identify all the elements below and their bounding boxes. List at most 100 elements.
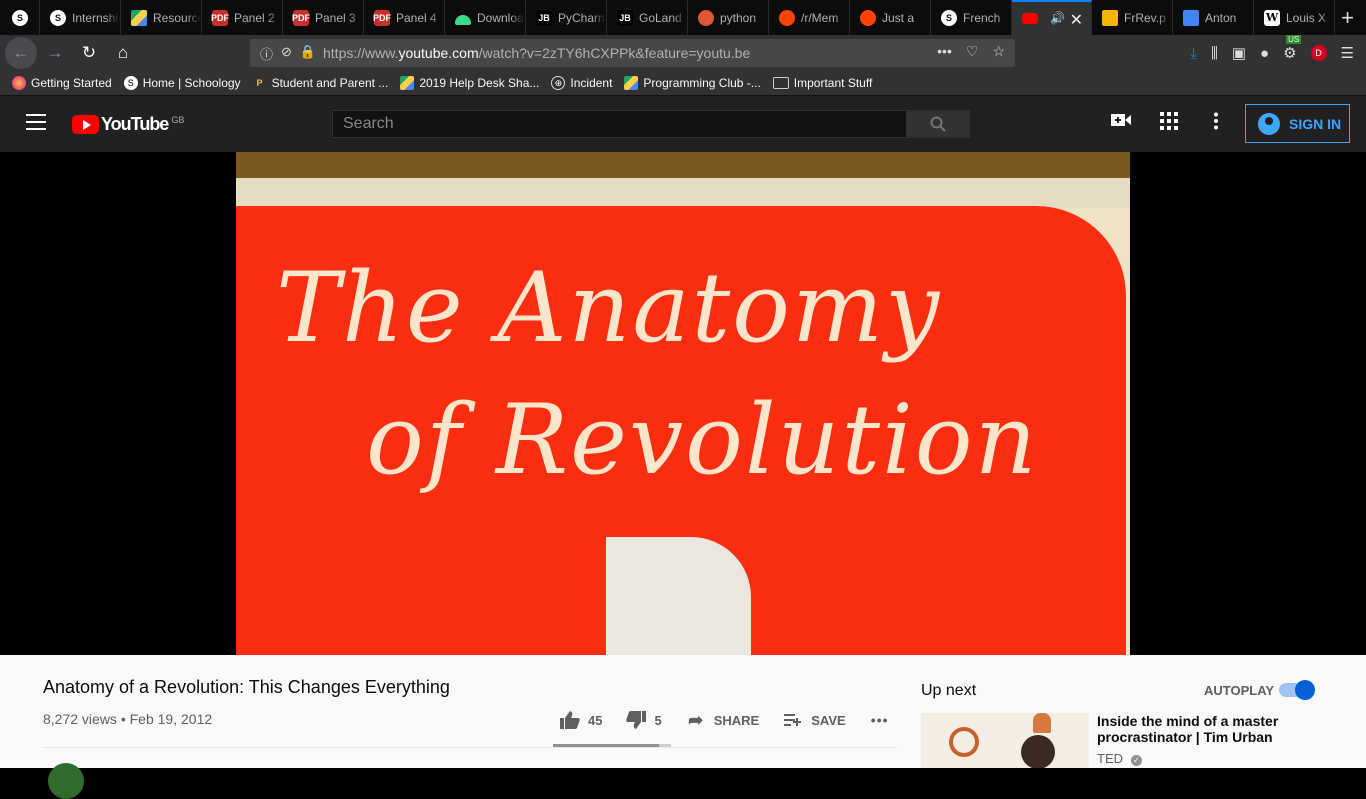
bookmark-help-desk[interactable]: 2019 Help Desk Sha... — [400, 76, 539, 90]
recommendation-thumbnail[interactable] — [921, 713, 1089, 768]
apps-grid-icon[interactable] — [1160, 112, 1178, 135]
tab-label: Panel 2 — [234, 10, 275, 25]
browser-tab-bar: S S Internship Resources PDF Panel 2 PDF… — [0, 0, 1366, 35]
profile-extension-icon[interactable]: D — [1310, 45, 1327, 61]
frame-white-shape — [606, 537, 751, 655]
autoplay-blocked-icon[interactable]: ⊘ — [281, 44, 292, 63]
more-actions-button[interactable]: ••• — [870, 711, 898, 729]
android-icon — [455, 14, 471, 25]
firefox-icon — [12, 76, 26, 90]
sign-in-button[interactable]: SIGN IN — [1245, 104, 1350, 143]
new-tab-button[interactable]: + — [1335, 0, 1366, 35]
up-next-heading: Up next — [921, 682, 977, 699]
url-bar[interactable]: ⓘ ⊘ 🔒 https://www.youtube.com/watch?v=2z… — [250, 39, 1015, 67]
extension-us-icon[interactable]: ⚙ US — [1283, 35, 1302, 62]
share-label: SHARE — [713, 712, 760, 728]
tab-downloads[interactable]: Downloads — [445, 0, 526, 35]
frame-top-band — [236, 152, 1130, 178]
pocket-icon[interactable]: ♡ — [966, 43, 979, 60]
pdf-icon: PDF — [373, 9, 391, 26]
settings-more-icon[interactable] — [1213, 112, 1219, 135]
thumbs-up-icon — [560, 711, 580, 729]
tab-resources[interactable]: Resources — [121, 0, 202, 35]
tab-label: /r/Mem — [801, 10, 839, 25]
home-button[interactable]: ⌂ — [107, 37, 139, 69]
recommendation-title[interactable]: Inside the mind of a master procrastinat… — [1097, 713, 1297, 745]
tab-panel-2[interactable]: PDF Panel 2 — [202, 0, 283, 35]
tab-panel-4[interactable]: PDF Panel 4 — [364, 0, 445, 35]
tab-anton[interactable]: Anton — [1173, 0, 1254, 35]
back-button[interactable]: ← — [5, 37, 37, 69]
jetbrains-icon: JB — [536, 9, 552, 26]
thumbs-down-icon — [626, 711, 647, 729]
sidebar-icon[interactable]: ▣ — [1232, 44, 1246, 62]
p-icon: P — [256, 78, 263, 88]
info-icon[interactable]: ⓘ — [260, 44, 273, 63]
tab-schoology[interactable]: S — [0, 0, 40, 35]
save-label: SAVE — [811, 712, 846, 728]
channel-avatar[interactable] — [48, 763, 84, 799]
video-frame[interactable]: The Anatomy of Revolution ✕ ▢ ➜ — [236, 152, 1130, 655]
tab-python[interactable]: python — [688, 0, 769, 35]
bookmark-programming-club[interactable]: Programming Club -... — [624, 76, 761, 90]
tab-internship[interactable]: S Internship — [40, 0, 121, 35]
tab-label: python — [720, 10, 757, 25]
tab-label: Downloads — [477, 10, 525, 25]
bookmark-label: 2019 Help Desk Sha... — [419, 76, 540, 90]
tab-french[interactable]: S French — [931, 0, 1012, 35]
speaker-icon[interactable]: 🔊 — [1050, 11, 1065, 25]
frame-handwritten-title: The Anatomy of Revolution — [276, 242, 1038, 506]
forward-button[interactable]: → — [39, 37, 71, 69]
bookmark-incident[interactable]: ⊕ Incident — [551, 76, 612, 90]
youtube-logo[interactable]: YouTube GB — [72, 114, 184, 135]
lock-icon[interactable]: 🔒 — [300, 44, 316, 63]
globe-icon: ⊕ — [551, 76, 566, 90]
upload-date: Feb 19, 2012 — [129, 711, 213, 727]
share-button[interactable]: ➦ SHARE — [686, 710, 760, 730]
reload-button[interactable]: ↻ — [73, 37, 105, 69]
bookmark-important-stuff[interactable]: Important Stuff — [772, 76, 872, 90]
bookmark-star-icon[interactable]: ☆ — [992, 43, 1005, 60]
tab-panel-3[interactable]: PDF Panel 3 — [283, 0, 364, 35]
url-text[interactable]: https://www.youtube.com/watch?v=2zTY6hCX… — [323, 45, 750, 61]
bookmark-home-schoology[interactable]: S Home | Schoology — [123, 76, 241, 90]
video-player[interactable]: The Anatomy of Revolution ✕ ▢ ➜ — [0, 152, 1366, 655]
watch-metadata: Anatomy of a Revolution: This Changes Ev… — [0, 655, 1366, 799]
thumbnail-speaker — [1021, 735, 1055, 768]
bookmark-label: Programming Club -... — [643, 76, 761, 90]
create-video-icon[interactable] — [1111, 112, 1131, 133]
dislike-button[interactable]: 5 — [626, 711, 662, 729]
tab-reddit-just-a[interactable]: Just a — [850, 0, 931, 35]
account-icon[interactable]: ● — [1260, 45, 1269, 62]
close-tab-icon[interactable]: ✕ — [1070, 10, 1083, 30]
tab-youtube-active[interactable]: 🔊 ✕ — [1012, 0, 1092, 35]
hamburger-menu-icon[interactable] — [26, 114, 46, 130]
bookmark-student-parent[interactable]: P Student and Parent ... — [253, 76, 389, 90]
bookmark-label: Home | Schoology — [142, 76, 241, 90]
google-drive-icon — [624, 76, 639, 90]
schoology-icon: S — [123, 76, 138, 90]
autoplay-toggle[interactable] — [1279, 680, 1315, 700]
tab-louis-x[interactable]: W Louis X — [1254, 0, 1335, 35]
tab-pycharm[interactable]: JB PyCharm — [526, 0, 607, 35]
downloads-icon[interactable]: ⤓ — [1190, 45, 1197, 62]
tab-reddit-memes[interactable]: /r/Mem — [769, 0, 850, 35]
region-code: GB — [171, 114, 185, 125]
google-drive-icon — [131, 9, 147, 26]
search-button[interactable] — [906, 110, 970, 138]
menu-icon[interactable]: ☰ — [1341, 44, 1354, 62]
metadata-divider — [43, 747, 897, 748]
tab-goland[interactable]: JB GoLand — [607, 0, 688, 35]
video-actions: 45 5 ➦ SHARE SAVE ••• — [560, 710, 922, 730]
save-button[interactable]: SAVE — [783, 711, 846, 729]
tab-frrev[interactable]: FrRev.p — [1092, 0, 1173, 35]
bookmark-getting-started[interactable]: Getting Started — [12, 76, 112, 90]
page-actions-icon[interactable]: ••• — [937, 43, 952, 60]
like-button[interactable]: 45 — [560, 711, 602, 729]
slides-icon — [1102, 9, 1118, 26]
search-input[interactable]: Search — [332, 110, 907, 138]
url-suffix: /watch?v=2zTY6hCXPPk&feature=youtu.be — [478, 45, 751, 61]
library-icon[interactable]: ⫼ — [1211, 45, 1218, 62]
recommendation-channel[interactable]: TED ✓ — [1097, 751, 1142, 766]
frame-title-line-2: of Revolution — [366, 384, 1039, 496]
